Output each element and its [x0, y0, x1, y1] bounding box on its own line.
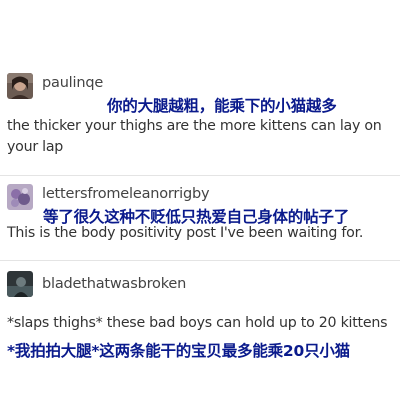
user-avatar-flowers-icon [7, 184, 33, 210]
post-text-1: the thicker your thighs are the more kit… [7, 118, 382, 155]
username-bladethatwasbroken[interactable]: bladethatwasbroken [42, 276, 186, 292]
username-lettersfromeleanorrigby[interactable]: lettersfromeleanorrigby [42, 186, 210, 202]
user-avatar-photo-icon [7, 73, 33, 99]
post-text-2: This is the body positivity post I've be… [7, 225, 364, 241]
caption-zh-1: 你的大腿越粗，能乘下的小猫越多 [107, 97, 337, 115]
avatar-paulinqe[interactable] [7, 73, 33, 99]
caption-zh-3: *我拍拍大腿*这两条能干的宝贝最多能乘20只小猫 [7, 342, 350, 360]
avatar-bladethatwasbroken[interactable] [7, 271, 33, 297]
post-paulinqe: paulinqe 你的大腿越粗，能乘下的小猫越多 the thicker you… [0, 0, 400, 155]
user-avatar-dark-icon [7, 271, 33, 297]
username-paulinqe[interactable]: paulinqe [42, 75, 103, 91]
post-divider [0, 175, 400, 176]
post-divider [0, 260, 400, 261]
post-text-3: *slaps thighs* these bad boys can hold u… [7, 315, 388, 331]
avatar-lettersfromeleanorrigby[interactable] [7, 184, 33, 210]
